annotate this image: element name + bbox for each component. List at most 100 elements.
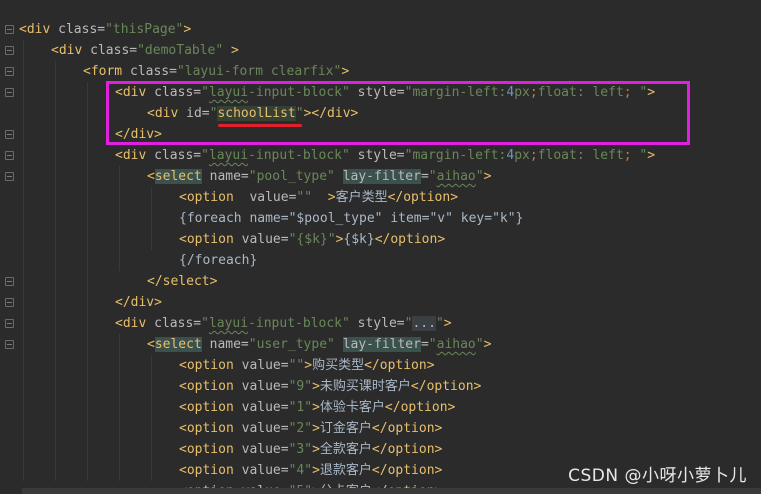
- code-token: </option>: [371, 442, 443, 457]
- code-line[interactable]: <option value="" >客户类型</option>: [179, 187, 458, 208]
- code-line[interactable]: </div>: [115, 292, 162, 313]
- code-token: "demoTable": [137, 43, 232, 58]
- code-line[interactable]: <form class="layui-form clearfix">: [83, 61, 349, 82]
- fold-toggle-icon[interactable]: [5, 67, 14, 76]
- code-token: >: [312, 463, 320, 478]
- code-line[interactable]: {foreach name="$pool_type" item="v" key=…: [179, 208, 523, 229]
- code-line[interactable]: <div class="thisPage">: [19, 19, 191, 40]
- code-token: <option: [179, 421, 242, 436]
- code-token: >: [312, 421, 320, 436]
- code-line[interactable]: <option value="{$k}">{$k}</option>: [179, 229, 445, 250]
- code-line[interactable]: <option value="1">体验卡客户</option>: [179, 397, 455, 418]
- code-token: name=: [201, 169, 249, 184]
- code-token: "9": [288, 379, 313, 394]
- code-token: "": [296, 190, 320, 205]
- code-token: -input-block": [248, 316, 358, 331]
- code-token: =: [420, 169, 429, 184]
- code-token: >: [319, 190, 336, 205]
- fold-toggle-icon[interactable]: [5, 172, 14, 181]
- code-token: 订金客户: [319, 421, 372, 436]
- code-token: <option: [179, 463, 242, 478]
- horizontal-scrollbar[interactable]: [22, 488, 761, 494]
- fold-toggle-icon[interactable]: [5, 319, 14, 328]
- code-token: </option>: [384, 400, 456, 415]
- code-token: </div>: [115, 295, 162, 310]
- code-line[interactable]: <div class="layui-input-block" style="ma…: [115, 145, 655, 166]
- code-token: float: left: [537, 148, 624, 163]
- code-token: select: [154, 169, 202, 184]
- code-token: <option: [179, 232, 242, 247]
- fold-toggle-icon[interactable]: [5, 277, 14, 286]
- code-token: ": [475, 169, 484, 184]
- code-token: <option: [179, 400, 242, 415]
- code-token: value=: [241, 232, 289, 247]
- code-line[interactable]: <option value="9">未购买课时客户</option>: [179, 376, 481, 397]
- code-token: ": [201, 148, 209, 163]
- code-token: <div: [115, 316, 155, 331]
- code-token: ;: [529, 148, 538, 163]
- code-token: =: [420, 337, 429, 352]
- code-token: 全款客户: [319, 442, 372, 457]
- code-token: lay-filter: [342, 169, 421, 184]
- code-token: <form: [83, 64, 130, 79]
- code-token: 体验卡客户: [319, 400, 385, 415]
- code-token: <option: [179, 379, 242, 394]
- code-token: aihao: [436, 169, 476, 184]
- code-line[interactable]: <div class="layui-input-block" style="..…: [115, 313, 452, 334]
- code-token: "{$k}": [288, 232, 336, 247]
- code-token: </option>: [371, 421, 443, 436]
- code-token: </option>: [410, 379, 482, 394]
- code-token: "2": [288, 421, 313, 436]
- annotation-red-underline: [218, 124, 302, 127]
- code-token: class=: [58, 22, 106, 37]
- code-token: <option: [179, 442, 242, 457]
- code-token: ;: [623, 148, 632, 163]
- csdn-watermark: CSDN @小呀小萝卜儿: [568, 466, 747, 486]
- code-token: aihao: [436, 337, 476, 352]
- code-token: value=: [241, 400, 289, 415]
- code-token: class=: [154, 316, 202, 331]
- fold-toggle-icon[interactable]: [5, 88, 14, 97]
- code-token: value=: [241, 379, 289, 394]
- code-token: >: [483, 337, 492, 352]
- code-token: px: [514, 148, 530, 163]
- code-line[interactable]: <select name="pool_type" lay-filter="aih…: [147, 166, 491, 187]
- code-token: {/foreach}: [179, 253, 258, 268]
- code-line[interactable]: <option value="2">订金客户</option>: [179, 418, 442, 439]
- code-token: ": [475, 337, 484, 352]
- code-token: ": [201, 316, 209, 331]
- code-line[interactable]: <div class="demoTable" >: [51, 40, 239, 61]
- code-token: >: [647, 148, 656, 163]
- code-token: <: [147, 169, 155, 184]
- code-token: value=: [249, 190, 297, 205]
- fold-toggle-icon[interactable]: [5, 298, 14, 307]
- code-token: <div: [115, 148, 155, 163]
- code-token: </option>: [371, 463, 443, 478]
- fold-toggle-icon[interactable]: [5, 340, 14, 349]
- code-token: class=: [129, 64, 177, 79]
- code-token: </option>: [387, 190, 459, 205]
- fold-toggle-icon[interactable]: [5, 25, 14, 34]
- code-token: ": [428, 337, 437, 352]
- code-token: ": [435, 316, 444, 331]
- code-token: layui: [208, 316, 249, 331]
- code-line[interactable]: </select>: [147, 271, 217, 292]
- code-token: {foreach name="$pool_type" item="v" key=…: [179, 211, 524, 226]
- code-token: value=: [241, 358, 289, 373]
- code-line[interactable]: <option value="4">退款客户</option>: [179, 460, 442, 481]
- code-line[interactable]: <option value="3">全款客户</option>: [179, 439, 442, 460]
- code-line[interactable]: <select name="user_type" lay-filter="aih…: [147, 334, 491, 355]
- fold-toggle-icon[interactable]: [5, 46, 14, 55]
- indent-guide: [151, 187, 152, 250]
- code-token: value=: [241, 421, 289, 436]
- code-line[interactable]: {/foreach}: [179, 250, 257, 271]
- indent-guide: [87, 82, 88, 481]
- folded-region[interactable]: ...: [412, 316, 436, 331]
- code-editor[interactable]: <div class="thisPage"> <div class="demoTa…: [19, 0, 761, 494]
- code-token: >: [312, 400, 320, 415]
- code-token: <div: [51, 43, 91, 58]
- fold-toggle-icon[interactable]: [5, 151, 14, 160]
- code-token: "": [288, 358, 305, 373]
- fold-toggle-icon[interactable]: [5, 130, 14, 139]
- code-line[interactable]: <option value="">购买类型</option>: [179, 355, 435, 376]
